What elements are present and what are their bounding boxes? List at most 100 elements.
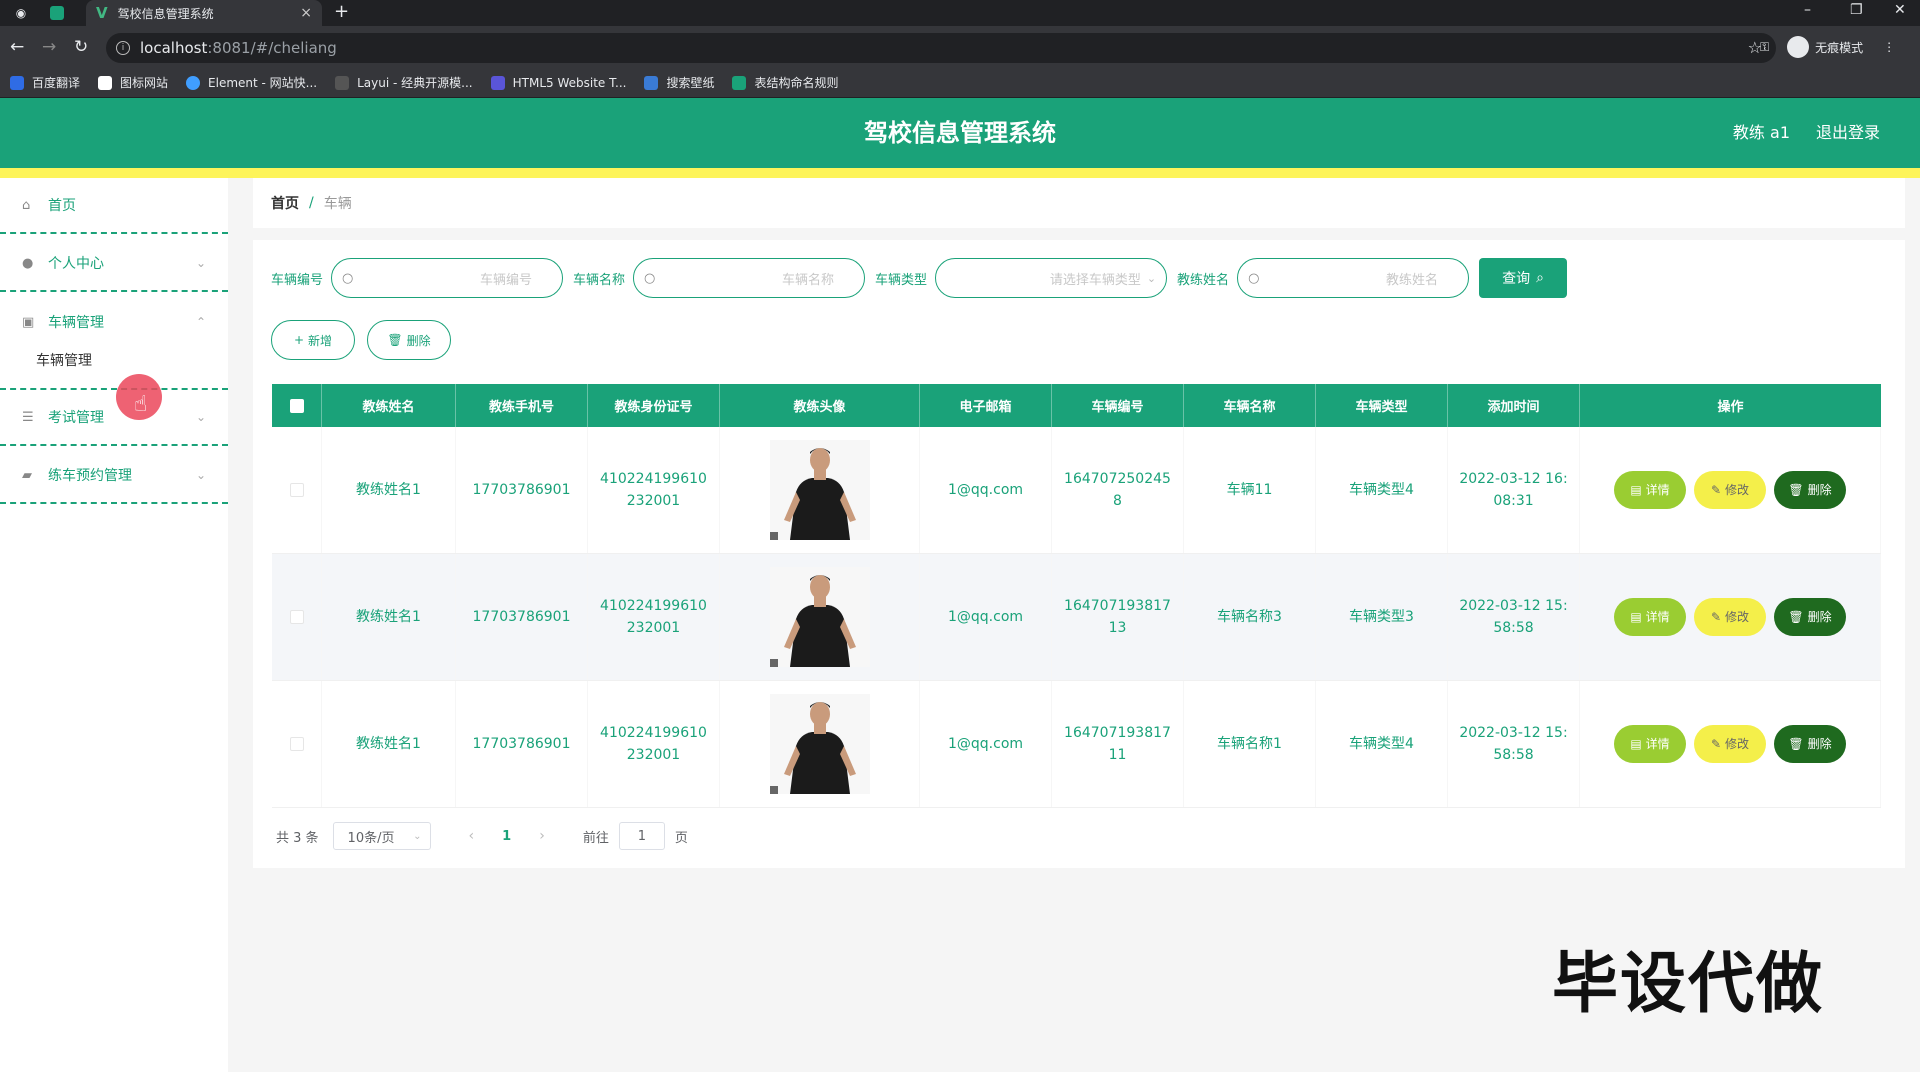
goto-label: 前往 — [582, 830, 609, 846]
detail-button[interactable]: ▤ 详情 — [1614, 598, 1686, 636]
coach-avatar-image — [769, 440, 870, 540]
page-size-select[interactable]: 10条/页 ⌄ — [332, 822, 431, 850]
bookmark-item[interactable]: Element - 网站快... — [186, 74, 317, 91]
minimize-icon[interactable]: – — [1804, 2, 1811, 18]
logout-link[interactable]: 退出登录 — [1816, 98, 1880, 168]
sidebar-item-booking[interactable]: ▰ 练车预约管理 ⌄ — [0, 448, 228, 504]
next-page-icon[interactable]: › — [539, 828, 545, 844]
chevron-down-icon: ⌄ — [195, 256, 206, 270]
restore-icon[interactable]: ❐ — [1850, 2, 1863, 18]
incognito-label[interactable]: 无痕模式 — [1815, 39, 1863, 56]
coach-name-input[interactable]: ○ 教练姓名 — [1237, 258, 1470, 298]
vehicle-type-select[interactable]: 请选择车辆类型 ⌄ — [935, 258, 1168, 298]
url-field[interactable]: i localhost:8081/#/cheliang ☆ — [106, 33, 1776, 63]
goto-page-input[interactable]: 1 — [618, 822, 665, 850]
page-number[interactable]: 1 — [502, 829, 511, 844]
col-header: 教练姓名 — [322, 384, 456, 427]
cell-idcard: 410224199610232001 — [588, 554, 720, 680]
delete-button[interactable]: 🗑 删除 — [1774, 471, 1846, 509]
cell-vehicle-code: 1647072502458 — [1052, 427, 1184, 553]
prev-page-icon[interactable]: ‹ — [469, 828, 475, 844]
bookmark-item[interactable]: HTML5 Website T... — [490, 75, 626, 90]
col-header: 车辆类型 — [1316, 384, 1448, 427]
trash-icon: 🗑 — [387, 333, 403, 347]
new-tab-button[interactable]: + — [334, 1, 349, 22]
cell-operations: ▤ 详情 ✎ 修改 🗑 删除 — [1580, 427, 1881, 553]
vehicle-table: 教练姓名 教练手机号 教练身份证号 教练头像 电子邮箱 车辆编号 车辆名称 车辆… — [272, 384, 1881, 808]
table-row: 教练姓名1 17703786901 410224199610232001 1@q… — [272, 427, 1881, 554]
profile-area: ⚿ 无痕模式 ⋮ — [1760, 36, 1895, 58]
edit-icon: ✎ — [1710, 483, 1722, 497]
key-icon[interactable]: ⚿ — [1760, 40, 1769, 55]
row-checkbox[interactable] — [289, 483, 304, 497]
site-info-icon[interactable]: i — [116, 41, 130, 55]
layui-icon — [335, 75, 350, 90]
select-all-checkbox[interactable] — [289, 398, 304, 413]
cell-phone: 17703786901 — [456, 427, 588, 553]
sidebar-item-profile[interactable]: ● 个人中心 ⌄ — [0, 236, 228, 292]
row-checkbox[interactable] — [289, 737, 304, 751]
add-button[interactable]: + 新增 — [271, 320, 355, 360]
cell-coach-name: 教练姓名1 — [322, 427, 456, 553]
delete-button[interactable]: 🗑 删除 — [1774, 725, 1846, 763]
vehicle-code-input[interactable]: ○ 车辆编号 — [331, 258, 564, 298]
cell-avatar — [720, 427, 920, 553]
breadcrumb-home[interactable]: 首页 — [271, 193, 299, 213]
search-label-coach: 教练姓名 — [1177, 272, 1230, 288]
bookmark-item[interactable]: Layui - 经典开源模... — [335, 74, 473, 91]
search-label-code: 车辆编号 — [271, 272, 324, 288]
search-icon: ○ — [342, 270, 354, 286]
edit-icon: ✎ — [1710, 610, 1722, 624]
bookmark-item[interactable]: 搜索壁纸 — [644, 74, 714, 91]
table-icon — [732, 75, 747, 90]
col-header: 电子邮箱 — [920, 384, 1052, 427]
vehicle-name-input[interactable]: ○ 车辆名称 — [633, 258, 866, 298]
window-close-icon[interactable]: ✕ — [1894, 2, 1906, 18]
chevron-down-icon: ⌄ — [195, 410, 206, 424]
select-all-cell — [272, 384, 322, 427]
edit-button[interactable]: ✎ 修改 — [1694, 725, 1766, 763]
table-row: 教练姓名1 17703786901 410224199610232001 1@q… — [272, 681, 1881, 808]
sidebar-item-home[interactable]: ⌂ 首页 — [0, 178, 228, 234]
tab-close-icon[interactable]: × — [300, 5, 312, 21]
browser-tab[interactable]: V 驾校信息管理系统 × — [86, 0, 322, 26]
header-accent-strip — [0, 168, 1920, 178]
chrome-menu-icon[interactable]: ◉ — [12, 4, 30, 22]
col-header: 车辆编号 — [1052, 384, 1184, 427]
bookmark-item[interactable]: 表结构命名规则 — [732, 74, 838, 91]
reload-icon[interactable]: ↻ — [74, 37, 88, 57]
app-header: 驾校信息管理系统 教练 a1 退出登录 — [0, 98, 1920, 168]
edit-button[interactable]: ✎ 修改 — [1694, 598, 1766, 636]
url-path: :8081/#/cheliang — [207, 39, 337, 57]
detail-button[interactable]: ▤ 详情 — [1614, 725, 1686, 763]
more-menu-icon[interactable]: ⋮ — [1883, 40, 1895, 54]
sidebar: ⌂ 首页 ● 个人中心 ⌄ ▣ 车辆管理 ⌃ 车辆管理 ☰ 考试管理 ⌄ ▰ 练… — [0, 178, 228, 1072]
flag-icon — [98, 75, 113, 90]
query-button[interactable]: 查询 ⌕ — [1479, 258, 1568, 298]
cell-idcard: 410224199610232001 — [588, 681, 720, 807]
back-icon[interactable]: ← — [10, 37, 24, 57]
bookmark-item[interactable]: 百度翻译 — [10, 74, 80, 91]
sidebar-subitem-vehicle-manage[interactable]: 车辆管理 — [0, 340, 228, 380]
breadcrumb-current: 车辆 — [323, 196, 352, 212]
incognito-avatar[interactable] — [1787, 36, 1810, 58]
wallpaper-icon — [644, 75, 659, 90]
edit-button[interactable]: ✎ 修改 — [1694, 471, 1766, 509]
translate-icon — [10, 75, 24, 90]
cell-email: 1@qq.com — [920, 427, 1052, 553]
search-label-name: 车辆名称 — [573, 272, 626, 288]
delete-button[interactable]: 🗑 删除 — [1774, 598, 1846, 636]
bookmark-item[interactable]: 图标网站 — [98, 74, 168, 91]
detail-button[interactable]: ▤ 详情 — [1614, 471, 1686, 509]
pinned-tab-icon[interactable] — [50, 6, 64, 20]
watermark-text: 毕设代做 — [1552, 945, 1824, 1022]
col-header: 操作 — [1717, 400, 1744, 415]
batch-delete-button[interactable]: 🗑 删除 — [367, 320, 451, 360]
cell-operations: ▤ 详情 ✎ 修改 🗑 删除 — [1580, 554, 1881, 680]
row-checkbox[interactable] — [289, 610, 304, 624]
address-bar: ← → ↻ i localhost:8081/#/cheliang ☆ ⚿ 无痕… — [0, 26, 1920, 68]
forward-icon[interactable]: → — [42, 37, 56, 57]
trash-icon: 🗑 — [1788, 737, 1804, 751]
sidebar-item-exam[interactable]: ☰ 考试管理 ⌄ — [0, 390, 228, 446]
hand-cursor-icon: ☝ — [134, 392, 148, 417]
